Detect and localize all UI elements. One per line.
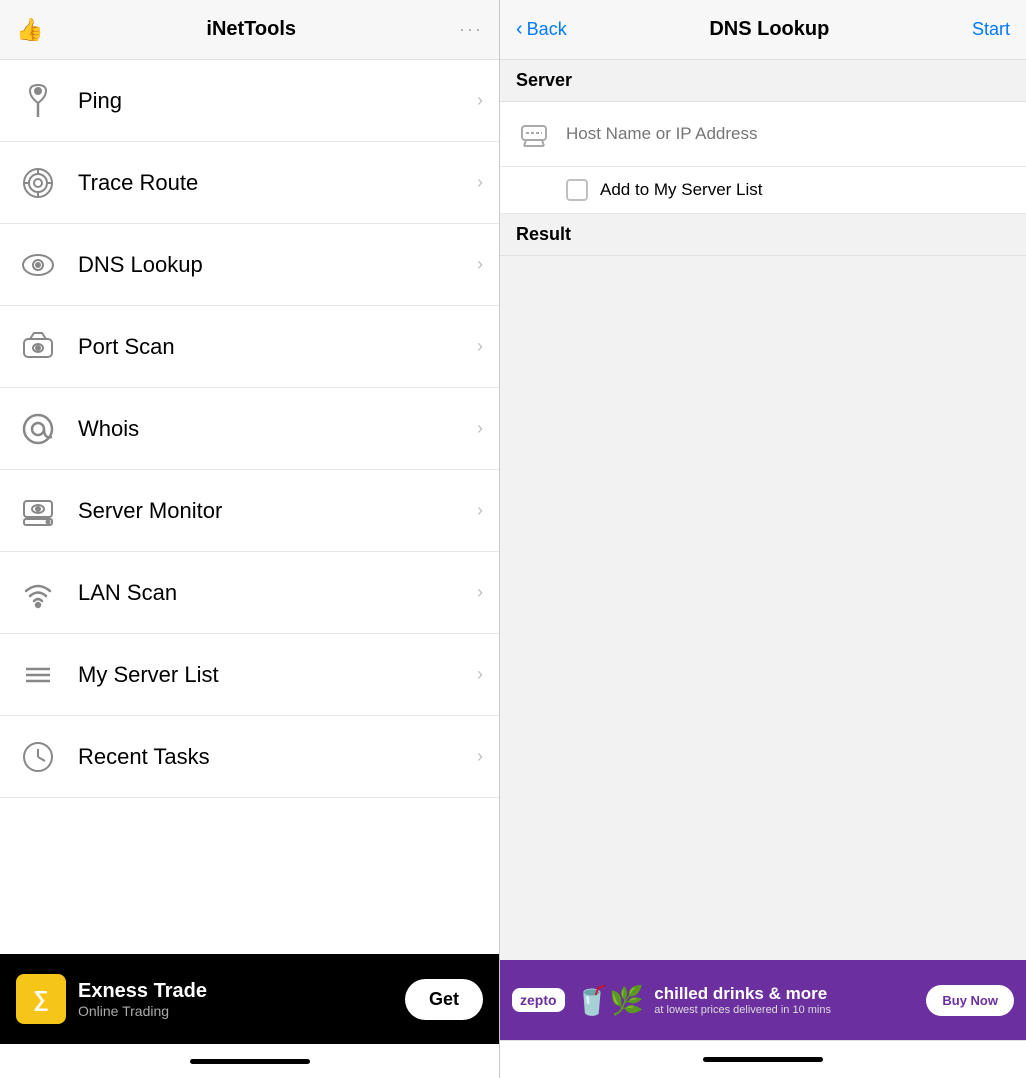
- ad-text-block: Exness Trade Online Trading: [78, 980, 393, 1019]
- right-ad-text: chilled drinks & more at lowest prices d…: [654, 984, 916, 1016]
- dns-lookup-title: DNS Lookup: [709, 18, 829, 41]
- right-header: ‹ Back DNS Lookup Start: [500, 0, 1026, 60]
- pin-icon: [16, 79, 60, 123]
- chevron-icon-port: ›: [477, 336, 483, 357]
- back-label: Back: [527, 19, 567, 40]
- add-server-label: Add to My Server List: [600, 180, 763, 200]
- back-chevron-icon: ‹: [516, 18, 523, 41]
- eye-icon: [16, 243, 60, 287]
- menu-label-recent-tasks: Recent Tasks: [78, 744, 477, 770]
- buy-now-button[interactable]: Buy Now: [926, 985, 1014, 1016]
- chevron-icon-whois: ›: [477, 418, 483, 439]
- clock-icon: [16, 735, 60, 779]
- app-title: iNetTools: [206, 18, 296, 41]
- chevron-icon-recent: ›: [477, 746, 483, 767]
- server-device-icon: [516, 116, 552, 152]
- menu-label-port-scan: Port Scan: [78, 334, 477, 360]
- left-ad-banner: ∑ Exness Trade Online Trading Get: [0, 954, 499, 1044]
- add-server-checkbox[interactable]: [566, 179, 588, 201]
- right-ad-title: chilled drinks & more: [654, 984, 916, 1004]
- at-icon: [16, 407, 60, 451]
- left-panel: 👍 iNetTools ··· Ping ›: [0, 0, 500, 1078]
- add-to-server-list-row[interactable]: Add to My Server List: [500, 167, 1026, 214]
- menu-item-whois[interactable]: Whois ›: [0, 388, 499, 470]
- ad-get-button[interactable]: Get: [405, 979, 483, 1020]
- right-ad-subtitle: at lowest prices delivered in 10 mins: [654, 1004, 916, 1016]
- home-bar-right: [703, 1057, 823, 1062]
- zepto-logo: zepto: [512, 988, 565, 1012]
- server-monitor-icon: [16, 489, 60, 533]
- chevron-icon-ping: ›: [477, 90, 483, 111]
- right-home-indicator: [500, 1040, 1026, 1078]
- more-icon[interactable]: ···: [459, 19, 483, 40]
- menu-item-port-scan[interactable]: Port Scan ›: [0, 306, 499, 388]
- menu-label-server-monitor: Server Monitor: [78, 498, 477, 524]
- chevron-icon-server-list: ›: [477, 664, 483, 685]
- server-label: Server: [516, 70, 572, 90]
- chevron-icon-dns: ›: [477, 254, 483, 275]
- lines-icon: [16, 653, 60, 697]
- menu-label-my-server-list: My Server List: [78, 662, 477, 688]
- chevron-icon-server: ›: [477, 500, 483, 521]
- menu-list: Ping › Trace Route ›: [0, 60, 499, 954]
- host-input-row: [500, 102, 1026, 167]
- result-label: Result: [516, 224, 571, 244]
- back-button[interactable]: ‹ Back: [516, 18, 567, 41]
- menu-item-server-monitor[interactable]: Server Monitor ›: [0, 470, 499, 552]
- chevron-icon-lan: ›: [477, 582, 483, 603]
- menu-item-my-server-list[interactable]: My Server List ›: [0, 634, 499, 716]
- scanner-icon: [16, 325, 60, 369]
- menu-item-ping[interactable]: Ping ›: [0, 60, 499, 142]
- wifi-icon: [16, 571, 60, 615]
- right-panel: ‹ Back DNS Lookup Start Server Add to My…: [500, 0, 1026, 1078]
- right-ad-banner: zepto 🥤🌿 chilled drinks & more at lowest…: [500, 960, 1026, 1040]
- menu-item-lan-scan[interactable]: LAN Scan ›: [0, 552, 499, 634]
- menu-label-lan-scan: LAN Scan: [78, 580, 477, 606]
- left-header: 👍 iNetTools ···: [0, 0, 499, 60]
- server-section-header: Server: [500, 60, 1026, 102]
- result-section: Result: [500, 214, 1026, 960]
- menu-item-dns-lookup[interactable]: DNS Lookup ›: [0, 224, 499, 306]
- thumb-icon: 👍: [16, 17, 43, 43]
- ad-subtitle: Online Trading: [78, 1003, 393, 1019]
- menu-item-trace-route[interactable]: Trace Route ›: [0, 142, 499, 224]
- start-button[interactable]: Start: [972, 19, 1010, 40]
- host-name-input[interactable]: [566, 124, 1010, 144]
- chevron-icon-trace: ›: [477, 172, 483, 193]
- menu-label-trace-route: Trace Route: [78, 170, 477, 196]
- menu-item-recent-tasks[interactable]: Recent Tasks ›: [0, 716, 499, 798]
- left-home-indicator: [0, 1044, 499, 1078]
- ad-title: Exness Trade: [78, 980, 393, 1003]
- menu-label-ping: Ping: [78, 88, 477, 114]
- target-icon: [16, 161, 60, 205]
- result-section-header: Result: [500, 214, 1026, 256]
- result-content: [500, 256, 1026, 960]
- menu-label-dns-lookup: DNS Lookup: [78, 252, 477, 278]
- home-bar-left: [190, 1059, 310, 1064]
- drink-emoji-icon: 🥤🌿: [575, 984, 645, 1017]
- ad-logo: ∑: [16, 974, 66, 1024]
- menu-label-whois: Whois: [78, 416, 477, 442]
